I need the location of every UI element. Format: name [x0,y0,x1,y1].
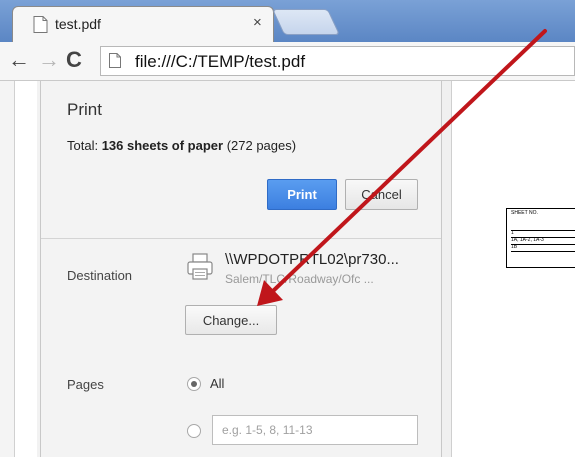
print-title: Print [67,100,102,119]
pages-custom-radio[interactable] [187,424,201,438]
preview-table-header: SHEET NO. [511,210,538,216]
destination-label: Destination [67,268,133,283]
pages-range-input[interactable] [212,415,418,445]
printer-location: Salem/TLC/Roadway/Ofc ... [225,272,374,286]
back-button[interactable]: ← [8,47,30,73]
change-destination-button[interactable]: Change... [185,305,277,335]
divider [511,230,575,231]
browser-toolbar: ← → C file:///C:/TEMP/test.pdf [0,42,575,81]
forward-button[interactable]: → [38,47,60,73]
preview-table-row: 1 [511,230,514,236]
tab-close-button[interactable]: × [253,14,262,31]
printer-icon [187,253,213,280]
page-sheet-left [15,81,37,457]
print-dialog-panel: Print Total: 136 sheets of paper (272 pa… [40,81,442,457]
print-preview-page [451,81,575,457]
pages-all-radio[interactable] [187,377,201,391]
new-tab-button[interactable] [271,9,341,35]
pages-label: Pages [67,377,104,392]
address-bar[interactable]: file:///C:/TEMP/test.pdf [100,46,575,76]
preview-sheet-table: SHEET NO. 1 1A, 1A-2, 1A-3 1B [506,208,575,268]
tab-title: test.pdf [55,16,101,32]
divider [41,238,441,239]
total-prefix: Total: [67,138,102,153]
printer-name: \\WPDOTPRTL02\pr730... [225,251,399,268]
total-pages: (272 pages) [223,138,297,153]
divider [511,251,575,252]
print-total-summary: Total: 136 sheets of paper (272 pages) [67,138,296,153]
file-icon [33,16,48,33]
preview-table-row: 1B [511,244,518,250]
preview-table-row: 1A, 1A-2, 1A-3 [511,237,544,243]
total-sheets: 136 sheets of paper [101,138,224,153]
file-icon [109,53,121,68]
tab-test-pdf[interactable]: test.pdf × [12,6,274,42]
cancel-button[interactable]: Cancel [345,179,418,210]
divider [511,244,575,245]
reload-button[interactable]: C [66,47,82,73]
viewer-left-strip [0,81,14,457]
print-button[interactable]: Print [267,179,337,210]
tab-strip: test.pdf × [0,0,575,42]
url-text: file:///C:/TEMP/test.pdf [135,52,306,71]
pages-all-label[interactable]: All [210,376,224,391]
